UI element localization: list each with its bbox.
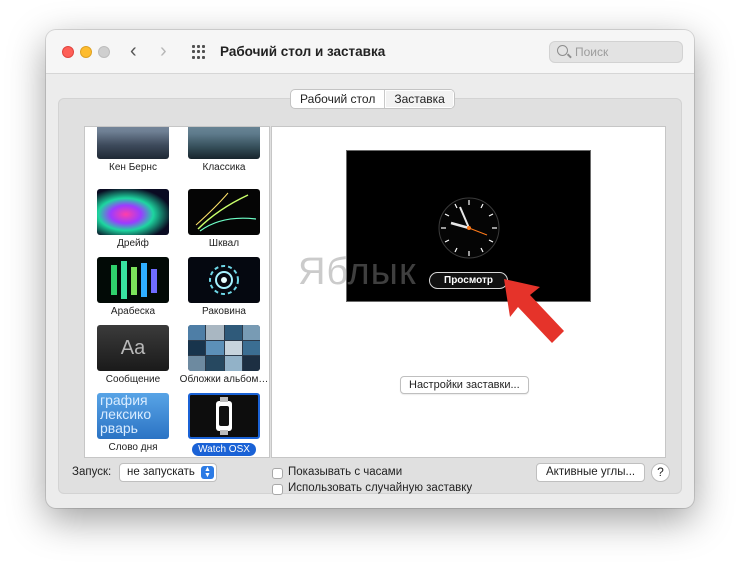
ken-burns-thumb bbox=[97, 127, 169, 159]
arabesque-thumb bbox=[97, 257, 169, 303]
saver-label: Раковина bbox=[202, 306, 246, 317]
saver-item-arabesque[interactable]: Арабеска bbox=[88, 257, 178, 317]
back-button[interactable]: ‹ bbox=[130, 41, 137, 61]
saver-item-shell[interactable]: Раковина bbox=[179, 257, 269, 317]
show-all-grid-icon[interactable] bbox=[192, 45, 206, 59]
saver-label: Сообщение bbox=[105, 374, 161, 385]
tab-control: Рабочий стол Заставка bbox=[290, 89, 455, 109]
drift-thumb bbox=[97, 189, 169, 235]
search-field[interactable] bbox=[549, 41, 683, 63]
saver-item-album-covers[interactable]: Обложки альбом… bbox=[179, 325, 269, 385]
system-preferences-window: ‹ › Рабочий стол и заставка Рабочий стол… bbox=[46, 30, 694, 508]
hot-corners-button[interactable]: Активные углы... bbox=[536, 463, 646, 482]
saver-item-ken-burns[interactable]: Кен Бернс bbox=[88, 127, 178, 173]
show-with-clock-checkbox[interactable] bbox=[272, 468, 283, 479]
red-arrow-icon bbox=[504, 279, 564, 343]
message-thumb: Aa bbox=[97, 325, 169, 371]
saver-item-drift[interactable]: Дрейф bbox=[88, 189, 178, 249]
help-button[interactable]: ? bbox=[651, 463, 670, 482]
show-with-clock-label: Показывать с часами bbox=[288, 466, 403, 478]
preview-button[interactable]: Просмотр bbox=[429, 272, 508, 289]
zoom-button[interactable] bbox=[98, 46, 110, 58]
word-of-day-thumb: графия лексико рварь bbox=[97, 393, 169, 439]
minimize-button[interactable] bbox=[80, 46, 92, 58]
tab-screensaver[interactable]: Заставка bbox=[384, 90, 454, 108]
saver-label: Шквал bbox=[208, 238, 240, 249]
screensaver-list[interactable]: Кен Бернс Классика Дрейф Шквал Арабеска … bbox=[84, 126, 270, 458]
saver-item-word-of-day[interactable]: графия лексико рварь Слово дня bbox=[88, 393, 178, 453]
launch-select-value: не запускать bbox=[127, 466, 195, 478]
saver-label: Арабеска bbox=[110, 306, 156, 317]
shell-thumb bbox=[188, 257, 260, 303]
flurry-thumb bbox=[188, 189, 260, 235]
preview-panel: Просмотр Яблык Настройки заставки... bbox=[271, 126, 666, 458]
saver-item-flurry[interactable]: Шквал bbox=[179, 189, 269, 249]
watch-thumb bbox=[188, 393, 260, 439]
classic-thumb bbox=[188, 127, 260, 159]
saver-label: Обложки альбом… bbox=[179, 374, 269, 385]
saver-item-classic[interactable]: Классика bbox=[179, 127, 269, 173]
window-title: Рабочий стол и заставка bbox=[220, 44, 386, 59]
screensaver-options-button[interactable]: Настройки заставки... bbox=[400, 376, 529, 394]
search-input[interactable] bbox=[575, 44, 675, 60]
saver-label: Дрейф bbox=[117, 238, 149, 249]
title-bar: ‹ › Рабочий стол и заставка bbox=[46, 30, 694, 74]
tab-desktop[interactable]: Рабочий стол bbox=[291, 90, 384, 108]
watermark-text: Яблык bbox=[298, 251, 417, 293]
forward-button[interactable]: › bbox=[160, 41, 167, 61]
search-icon bbox=[557, 45, 568, 56]
saver-label: Слово дня bbox=[108, 442, 158, 453]
saver-label: Кен Бернс bbox=[109, 162, 157, 173]
random-saver-checkbox[interactable] bbox=[272, 484, 283, 495]
saver-item-message[interactable]: Aa Сообщение bbox=[88, 325, 178, 385]
saver-label-selected: Watch OSX bbox=[192, 443, 256, 456]
album-covers-thumb bbox=[188, 325, 260, 371]
launch-label: Запуск: bbox=[72, 466, 112, 478]
launch-select[interactable]: не запускать ▲ ▼ bbox=[119, 463, 217, 482]
random-saver-label: Использовать случайную заставку bbox=[288, 482, 473, 494]
select-stepper-icon: ▲ ▼ bbox=[201, 466, 214, 479]
saver-item-watch-osx[interactable]: Watch OSX bbox=[179, 393, 269, 457]
saver-label: Классика bbox=[202, 162, 246, 173]
close-button[interactable] bbox=[62, 46, 74, 58]
